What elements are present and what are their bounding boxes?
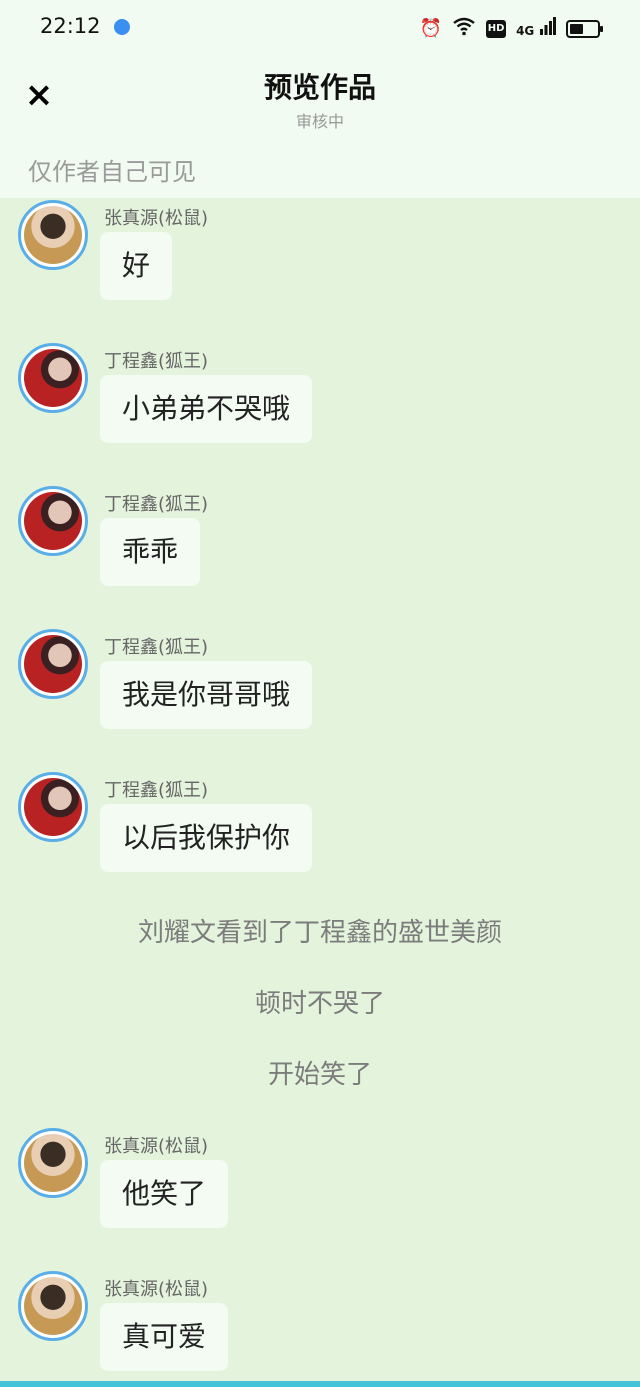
sender-name: 丁程鑫(狐王) <box>104 494 209 515</box>
sender-name: 丁程鑫(狐王) <box>104 351 209 372</box>
avatar[interactable] <box>18 772 88 842</box>
avatar[interactable] <box>18 200 88 270</box>
battery-icon <box>566 20 603 38</box>
message-bubble: 好 <box>100 232 173 300</box>
avatar[interactable] <box>18 629 88 699</box>
app-icon <box>114 19 130 35</box>
signal-4g-icon: 4G <box>516 16 556 42</box>
page-title: 预览作品 <box>263 71 376 104</box>
hd-icon: HD <box>486 20 507 38</box>
alarm-icon: ⏰ <box>419 18 443 39</box>
sender-name: 张真源(松鼠) <box>104 208 209 229</box>
narration-line: 顿时不哭了 <box>254 989 385 1019</box>
chat-message: 丁程鑫(狐王) 小弟弟不哭哦 <box>0 343 640 453</box>
sender-name: 张真源(松鼠) <box>104 1279 209 1300</box>
sender-name: 丁程鑫(狐王) <box>104 637 209 658</box>
narration-line: 刘耀文看到了丁程鑫的盛世美颜 <box>137 918 502 948</box>
status-bar: 22:12 ⏰ HD 4G <box>0 0 640 56</box>
narration-line: 开始笑了 <box>267 1060 372 1090</box>
message-bubble: 以后我保护你 <box>100 804 313 872</box>
chat-message: 丁程鑫(狐王) 我是你哥哥哦 <box>0 629 640 739</box>
sender-name: 张真源(松鼠) <box>104 1136 209 1157</box>
avatar[interactable] <box>18 1128 88 1198</box>
status-icons: ⏰ HD 4G <box>419 16 603 42</box>
sender-name: 丁程鑫(狐王) <box>104 780 209 801</box>
avatar[interactable] <box>18 343 88 413</box>
avatar[interactable] <box>18 486 88 556</box>
chat-message: 张真源(松鼠) 他笑了 <box>0 1128 640 1238</box>
message-bubble: 小弟弟不哭哦 <box>100 375 313 443</box>
chat-message: 张真源(松鼠) 好 <box>0 200 640 310</box>
top-header: 22:12 ⏰ HD 4G × 预览作品 审核中 仅作者自己可见 <box>0 0 640 198</box>
message-bubble: 真可爱 <box>100 1303 229 1371</box>
chat-message: 丁程鑫(狐王) 以后我保护你 <box>0 772 640 882</box>
review-status: 审核中 <box>295 112 344 131</box>
message-bubble: 乖乖 <box>100 518 201 586</box>
message-bubble: 我是你哥哥哦 <box>100 661 313 729</box>
chat-message: 丁程鑫(狐王) 乖乖 <box>0 486 640 596</box>
message-bubble: 他笑了 <box>100 1160 229 1228</box>
avatar[interactable] <box>18 1271 88 1341</box>
visibility-note: 仅作者自己可见 <box>28 158 196 186</box>
bottom-accent-bar <box>0 1381 640 1387</box>
chat-message: 张真源(松鼠) 真可爱 <box>0 1271 640 1381</box>
battery-level <box>570 24 583 34</box>
status-time: 22:12 <box>40 14 101 38</box>
network-type-label: 4G <box>516 23 535 38</box>
wifi-icon <box>452 16 476 42</box>
